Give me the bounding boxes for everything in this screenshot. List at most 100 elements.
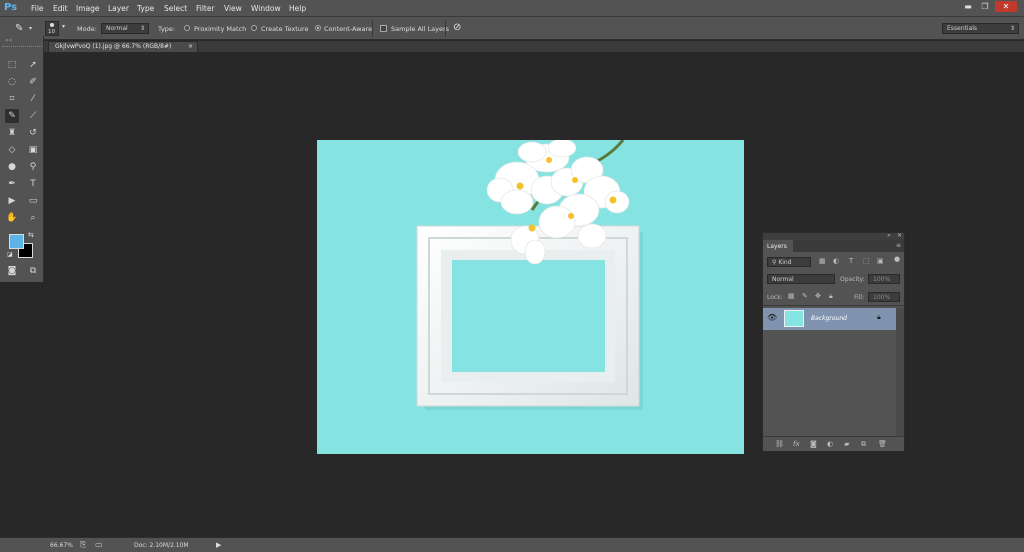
radio-create-texture[interactable] — [251, 25, 257, 31]
tool-preset-chevron-icon[interactable]: ▾ — [29, 25, 32, 32]
gradient-icon[interactable]: ▣ — [26, 143, 40, 157]
menu-filter[interactable]: Filter — [196, 4, 215, 13]
history-brush-icon[interactable]: ↺ — [26, 126, 40, 140]
lock-position-icon[interactable]: ✥ — [815, 292, 821, 300]
screen-mode-icon[interactable]: ⧉ — [26, 264, 40, 278]
spot-healing-brush-icon[interactable]: ✎ — [15, 23, 23, 34]
blend-mode-select[interactable]: Normal — [767, 274, 835, 284]
rectangular-marquee-icon[interactable]: ⬚ — [5, 58, 19, 72]
panel-menu-icon[interactable]: ≡ — [896, 242, 901, 249]
close-button[interactable]: ✕ — [995, 1, 1017, 12]
create-texture-label: Create Texture — [261, 25, 309, 33]
layer-row-background[interactable]: 👁︎ Background 🔒︎ — [763, 308, 896, 330]
crop-icon[interactable]: ⌗ — [5, 92, 19, 106]
pressure-size-icon[interactable]: ⊘ — [453, 22, 461, 33]
zoom-icon[interactable]: ⌕ — [26, 211, 40, 225]
link-layers-icon[interactable]: ⛓ — [775, 440, 784, 448]
blur-icon[interactable]: ● — [5, 160, 19, 174]
new-adjustment-layer-icon[interactable]: ◐ — [827, 440, 833, 448]
menu-select[interactable]: Select — [164, 4, 187, 13]
panel-header: » ✕ — [763, 232, 904, 240]
divider — [763, 305, 904, 306]
filter-toggle-icon[interactable]: ● — [894, 255, 900, 263]
rectangle-tool-icon[interactable]: ▭ — [26, 194, 40, 208]
export-icon[interactable]: ⎘ — [80, 540, 86, 550]
spot-healing-brush-tool-icon[interactable]: ✎ — [5, 109, 19, 123]
close-tab-icon[interactable]: × — [188, 42, 193, 52]
layer-style-icon[interactable]: fx — [793, 440, 800, 448]
eyedropper-icon[interactable]: ⁄ — [26, 92, 40, 106]
lock-pixels-icon[interactable]: ✎ — [802, 292, 808, 300]
document-tab-bar: GkjlvwPvoQ (1).jpg @ 66.7% (RGB/8#) × — [44, 41, 1024, 52]
collapse-panel-icon[interactable]: «« — [5, 37, 12, 44]
layer-lock-icon: 🔒︎ — [877, 313, 881, 321]
panel-grip[interactable] — [2, 46, 42, 49]
info-icon[interactable]: ▭ — [95, 540, 103, 549]
eraser-icon[interactable]: ◇ — [5, 143, 19, 157]
brush-picker[interactable]: 10 — [45, 21, 59, 36]
mode-label: Mode: — [77, 25, 97, 33]
radio-proximity-match[interactable] — [184, 25, 190, 31]
menu-bar: Ps File Edit Image Layer Type Select Fil… — [0, 0, 1024, 17]
lock-transparent-icon[interactable]: ▦ — [788, 292, 795, 300]
pen-icon[interactable]: ✒ — [5, 177, 19, 191]
photoshop-logo: Ps — [4, 2, 18, 13]
opacity-label: Opacity: — [840, 276, 865, 283]
path-selection-icon[interactable]: ▶ — [5, 194, 19, 208]
visibility-eye-icon[interactable]: 👁︎ — [767, 313, 777, 322]
fill-field[interactable]: 100% — [868, 292, 900, 302]
layers-scrollbar[interactable] — [896, 308, 904, 436]
menu-image[interactable]: Image — [76, 4, 100, 13]
document-image[interactable] — [317, 140, 744, 454]
menu-edit[interactable]: Edit — [53, 4, 68, 13]
radio-content-aware[interactable] — [315, 25, 321, 31]
select-arrows-icon: ⇕ — [139, 25, 145, 32]
brush-icon[interactable]: ⟋ — [26, 109, 40, 123]
collapse-panel-icon[interactable]: » — [887, 232, 891, 239]
lock-all-icon[interactable]: 🔒︎ — [829, 292, 833, 301]
quick-selection-icon[interactable]: ✐ — [26, 75, 40, 89]
brush-picker-chevron-icon[interactable]: ▾ — [62, 23, 65, 30]
pixel-filter-icon[interactable]: ▦ — [819, 257, 826, 265]
clone-stamp-icon[interactable]: ♜ — [5, 126, 19, 140]
smart-object-filter-icon[interactable]: ▣ — [877, 257, 884, 265]
menu-window[interactable]: Window — [251, 4, 281, 13]
document-tab[interactable]: GkjlvwPvoQ (1).jpg @ 66.7% (RGB/8#) × — [48, 41, 198, 52]
divider — [372, 20, 373, 37]
select-arrows-icon: ⇕ — [1009, 25, 1015, 32]
menu-help[interactable]: Help — [289, 4, 306, 13]
default-colors-icon[interactable]: ◪ — [7, 251, 13, 258]
add-mask-icon[interactable]: ◙ — [810, 440, 817, 448]
new-layer-icon[interactable]: ⧉ — [861, 440, 866, 449]
menu-layer[interactable]: Layer — [108, 4, 129, 13]
layers-footer: ⛓ fx ◙ ◐ ▰ ⧉ 🗑︎ — [763, 436, 904, 451]
status-bar: 66.67% ⎘ ▭ Doc: 2.10M/2.10M ▶ — [0, 537, 1024, 552]
close-panel-icon[interactable]: ✕ — [897, 232, 902, 239]
menu-file[interactable]: File — [31, 4, 44, 13]
sample-all-layers-checkbox[interactable] — [380, 25, 387, 32]
adjustment-filter-icon[interactable]: ◐ — [833, 257, 839, 265]
minimize-button[interactable]: ▬ — [961, 1, 975, 12]
workspace-select[interactable]: Essentials ⇕ — [942, 23, 1019, 34]
menu-view[interactable]: View — [224, 4, 242, 13]
new-group-icon[interactable]: ▰ — [844, 440, 849, 448]
swap-colors-icon[interactable]: ⇆ — [28, 231, 34, 239]
mode-select[interactable]: Normal ⇕ — [101, 23, 149, 34]
zoom-level[interactable]: 66.67% — [50, 542, 73, 549]
quick-mask-icon[interactable]: ◙ — [5, 264, 19, 278]
type-tool-icon[interactable]: T — [26, 177, 40, 191]
dodge-icon[interactable]: ⚲ — [26, 160, 40, 174]
foreground-color-swatch[interactable] — [9, 234, 24, 249]
status-menu-arrow-icon[interactable]: ▶ — [216, 541, 221, 549]
type-filter-icon[interactable]: T — [849, 257, 853, 265]
opacity-field[interactable]: 100% — [868, 274, 900, 284]
move-tool-icon[interactable]: ➚ — [26, 58, 40, 72]
shape-filter-icon[interactable]: ⬚ — [863, 257, 870, 265]
hand-icon[interactable]: ✋ — [5, 211, 19, 225]
lasso-icon[interactable]: ◌ — [5, 75, 19, 89]
maximize-button[interactable]: ❐ — [978, 1, 992, 12]
tab-layers[interactable]: Layers — [763, 240, 793, 252]
menu-type[interactable]: Type — [137, 4, 154, 13]
delete-layer-icon[interactable]: 🗑︎ — [878, 440, 887, 448]
filter-kind-select[interactable]: ⚲ Kind — [767, 257, 811, 267]
